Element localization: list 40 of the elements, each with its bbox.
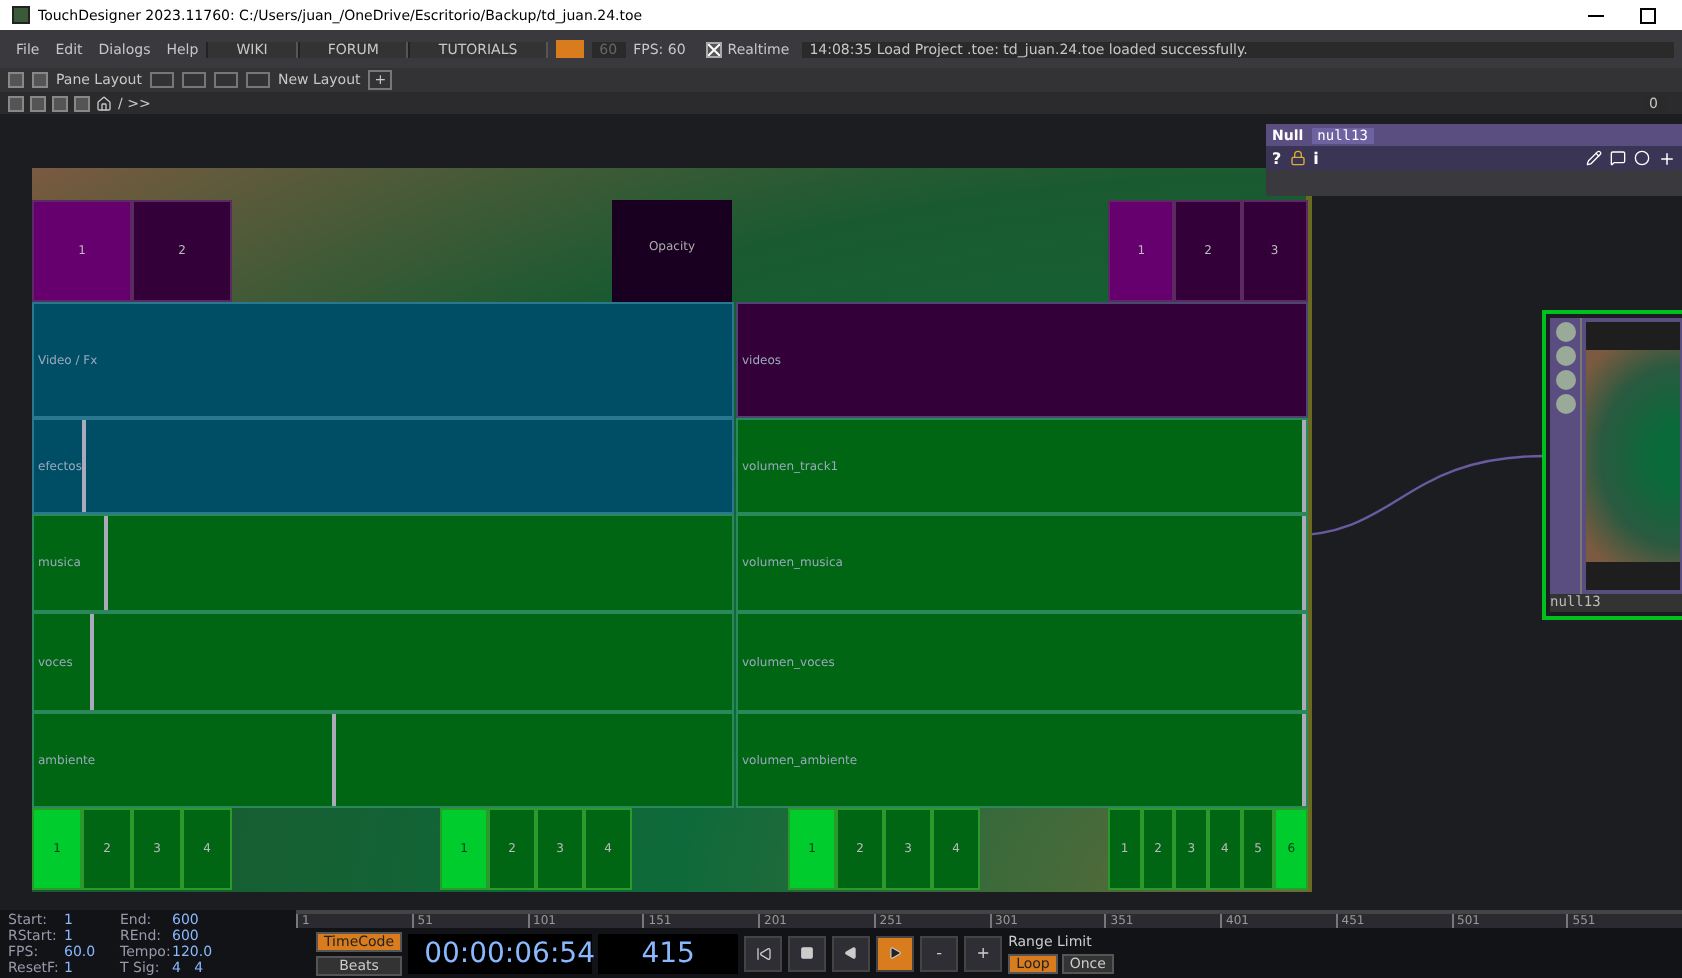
layout-icon[interactable] bbox=[213, 72, 238, 88]
stop-icon bbox=[800, 946, 815, 960]
layout-icon[interactable] bbox=[149, 72, 174, 88]
step-button[interactable]: + bbox=[964, 935, 1003, 971]
comment-icon[interactable] bbox=[1610, 150, 1626, 166]
node-icon[interactable] bbox=[1555, 346, 1575, 366]
slider-handle[interactable] bbox=[1302, 614, 1306, 710]
maximize-icon bbox=[1640, 7, 1656, 23]
node-icon[interactable] bbox=[1555, 370, 1575, 390]
slider-handle[interactable] bbox=[332, 714, 337, 806]
play-icon bbox=[888, 946, 903, 960]
transport-button[interactable] bbox=[744, 935, 783, 971]
plus-icon[interactable] bbox=[1658, 149, 1676, 167]
slider-handle[interactable] bbox=[82, 420, 87, 512]
transport-button[interactable] bbox=[876, 935, 915, 971]
app-icon bbox=[12, 6, 30, 24]
reverse-icon bbox=[844, 946, 859, 960]
skip-back-icon bbox=[755, 945, 772, 961]
info-button[interactable]: i bbox=[1313, 149, 1319, 167]
transport-button[interactable] bbox=[788, 935, 827, 971]
slider-handle[interactable] bbox=[1302, 420, 1306, 512]
timecode-display: 00:00:06:54 bbox=[408, 933, 593, 973]
lock-icon[interactable] bbox=[1289, 150, 1306, 166]
circle-icon[interactable] bbox=[1634, 150, 1650, 166]
node-icon[interactable] bbox=[1555, 322, 1575, 342]
frame-display: 415 bbox=[598, 933, 739, 973]
home-icon[interactable] bbox=[96, 95, 112, 111]
slider-handle[interactable] bbox=[89, 614, 94, 710]
transport-button[interactable] bbox=[832, 935, 871, 971]
pencil-icon[interactable] bbox=[1586, 150, 1602, 166]
perform-mode-icon[interactable] bbox=[555, 40, 584, 58]
slider-handle[interactable] bbox=[1302, 714, 1306, 806]
realtime-checkbox[interactable] bbox=[705, 41, 722, 57]
slider-handle[interactable] bbox=[1302, 516, 1306, 610]
help-button[interactable]: ? bbox=[1272, 149, 1282, 167]
step-button[interactable]: - bbox=[920, 935, 959, 971]
node-icon[interactable] bbox=[1555, 394, 1575, 414]
layout-icon[interactable] bbox=[181, 72, 206, 88]
layout-icon[interactable] bbox=[245, 72, 270, 88]
slider-handle[interactable] bbox=[103, 516, 108, 610]
